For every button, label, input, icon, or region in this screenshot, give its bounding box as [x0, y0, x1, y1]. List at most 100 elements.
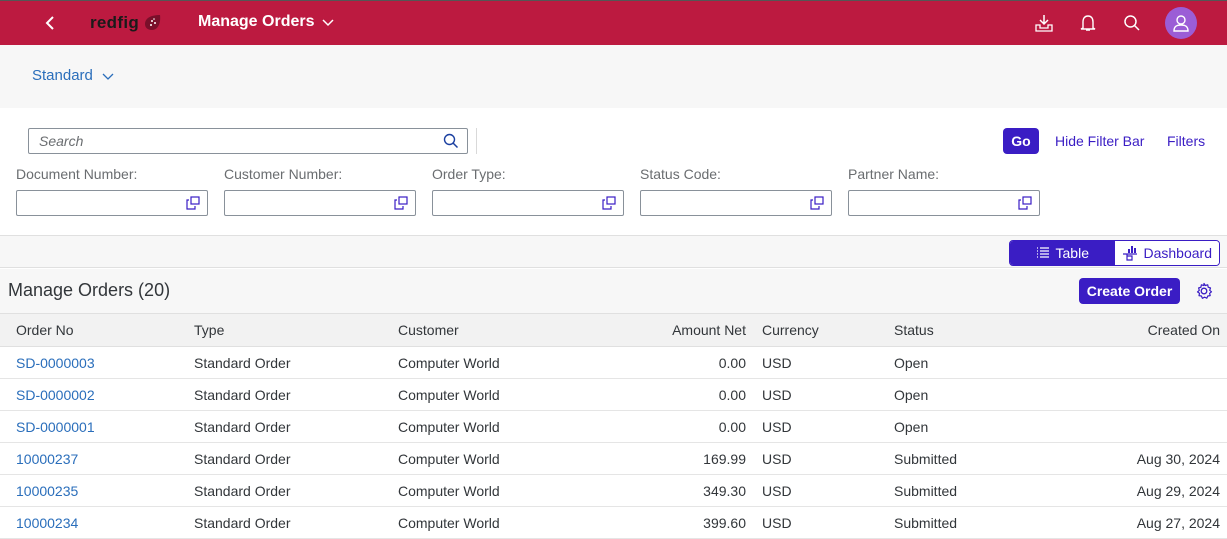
table-row[interactable]: 10000237 Standard Order Computer World 1…: [0, 443, 1227, 475]
partner-name-label: Partner Name:: [848, 166, 940, 182]
download-button[interactable]: [1033, 12, 1055, 34]
currency-cell: USD: [762, 482, 792, 499]
search-field: [28, 128, 468, 154]
app-title: Manage Orders: [198, 13, 315, 30]
order-no-link[interactable]: SD-0000002: [0, 379, 194, 411]
value-help-button[interactable]: [810, 196, 824, 215]
order-no-link[interactable]: 10000235: [0, 475, 194, 507]
status-cell: Open: [894, 418, 929, 435]
list-icon: [1036, 247, 1049, 258]
go-button[interactable]: Go: [1003, 128, 1039, 154]
column-header-customer[interactable]: Customer: [398, 314, 598, 347]
amount-net-cell: 0.00: [718, 354, 746, 371]
order-type-cell: Standard Order: [194, 386, 291, 403]
search-submit[interactable]: [443, 133, 459, 154]
customer-cell: Computer World: [398, 450, 500, 467]
variant-selector[interactable]: Standard: [32, 67, 115, 84]
search-button[interactable]: [1121, 12, 1143, 34]
user-icon: [1173, 15, 1189, 32]
value-help-button[interactable]: [602, 196, 616, 215]
amount-net-cell: 0.00: [718, 418, 746, 435]
dashboard-view-label: Dashboard: [1143, 245, 1213, 261]
status-cell: Submitted: [894, 450, 958, 467]
table-row[interactable]: 10000234 Standard Order Computer World 3…: [0, 507, 1227, 539]
view-switch-bar: Table Dashboard: [0, 236, 1227, 268]
created-on-cell: Aug 29, 2024: [1136, 482, 1220, 499]
orders-table: Order No Type Customer Amount Net Curren…: [0, 313, 1227, 539]
customer-number-label: Customer Number:: [224, 166, 343, 182]
created-on-cell: [1044, 411, 1227, 443]
order-no-link[interactable]: 10000234: [0, 507, 194, 539]
order-type-input[interactable]: [433, 191, 593, 215]
column-header-currency[interactable]: Currency: [762, 314, 894, 347]
partner-name-input[interactable]: [849, 191, 1009, 215]
status-cell: Open: [894, 354, 929, 371]
column-header-amount-net[interactable]: Amount Net: [598, 314, 762, 347]
value-help-button[interactable]: [394, 196, 408, 215]
table-row[interactable]: SD-0000003 Standard Order Computer World…: [0, 347, 1227, 379]
column-header-type[interactable]: Type: [194, 314, 398, 347]
search-icon: [443, 133, 459, 149]
status-cell: Submitted: [894, 514, 958, 531]
user-avatar[interactable]: [1165, 7, 1197, 39]
value-help-icon: [1018, 196, 1032, 210]
order-type-cell: Standard Order: [194, 514, 291, 531]
chevron-down-icon: [322, 19, 335, 27]
table-toolbar: Manage Orders (20) Create Order: [0, 269, 1227, 313]
order-no-link[interactable]: 10000237: [0, 443, 194, 475]
table-settings-button[interactable]: [1195, 282, 1213, 305]
status-code-field[interactable]: [640, 190, 832, 216]
customer-number-field[interactable]: [224, 190, 416, 216]
order-type-cell: Standard Order: [194, 418, 291, 435]
customer-number-input[interactable]: [225, 191, 385, 215]
value-help-button[interactable]: [186, 196, 200, 215]
create-order-button[interactable]: Create Order: [1079, 278, 1180, 304]
amount-net-cell: 399.60: [703, 514, 746, 531]
table-row[interactable]: 10000235 Standard Order Computer World 3…: [0, 475, 1227, 507]
amount-net-cell: 349.30: [703, 482, 746, 499]
table-row[interactable]: SD-0000002 Standard Order Computer World…: [0, 379, 1227, 411]
view-switch: Table Dashboard: [1009, 240, 1220, 266]
status-code-input[interactable]: [641, 191, 801, 215]
created-on-cell: [1044, 347, 1227, 379]
hide-filter-bar-button[interactable]: Hide Filter Bar: [1055, 133, 1144, 149]
value-help-icon: [602, 196, 616, 210]
table-view-label: Table: [1055, 245, 1089, 261]
dashboard-view-button[interactable]: Dashboard: [1114, 241, 1219, 265]
order-no-link[interactable]: SD-0000001: [0, 411, 194, 443]
table-row[interactable]: SD-0000001 Standard Order Computer World…: [0, 411, 1227, 443]
customer-cell: Computer World: [398, 354, 500, 371]
order-type-field[interactable]: [432, 190, 624, 216]
document-number-input[interactable]: [17, 191, 177, 215]
back-button[interactable]: [40, 11, 62, 35]
shell-bar: redfig Manage Orders: [0, 0, 1227, 45]
document-number-field[interactable]: [16, 190, 208, 216]
search-input[interactable]: [29, 129, 429, 153]
logo[interactable]: redfig: [90, 13, 163, 33]
value-help-button[interactable]: [1018, 196, 1032, 215]
status-cell: Open: [894, 386, 929, 403]
table-view-button[interactable]: Table: [1010, 241, 1115, 265]
logo-icon: [145, 15, 161, 30]
filters-button[interactable]: Filters: [1167, 133, 1205, 149]
customer-cell: Computer World: [398, 514, 500, 531]
app-title-menu[interactable]: Manage Orders: [198, 13, 335, 31]
currency-cell: USD: [762, 386, 792, 403]
currency-cell: USD: [762, 354, 792, 371]
value-help-icon: [394, 196, 408, 210]
filter-bar: Go Hide Filter Bar Filters Document Numb…: [0, 108, 1227, 236]
amount-net-cell: 169.99: [703, 450, 746, 467]
amount-net-cell: 0.00: [718, 386, 746, 403]
column-header-created-on[interactable]: Created On: [1044, 314, 1227, 347]
partner-name-field[interactable]: [848, 190, 1040, 216]
variant-bar: Standard: [0, 45, 1227, 108]
created-on-cell: [1044, 379, 1227, 411]
document-number-label: Document Number:: [16, 166, 138, 182]
order-type-cell: Standard Order: [194, 482, 291, 499]
order-no-link[interactable]: SD-0000003: [0, 347, 194, 379]
column-header-status[interactable]: Status: [894, 314, 1044, 347]
column-header-order-no[interactable]: Order No: [0, 314, 194, 347]
brand-name: redfig: [90, 13, 140, 32]
notifications-button[interactable]: [1077, 12, 1099, 34]
chevron-down-icon: [102, 73, 114, 80]
